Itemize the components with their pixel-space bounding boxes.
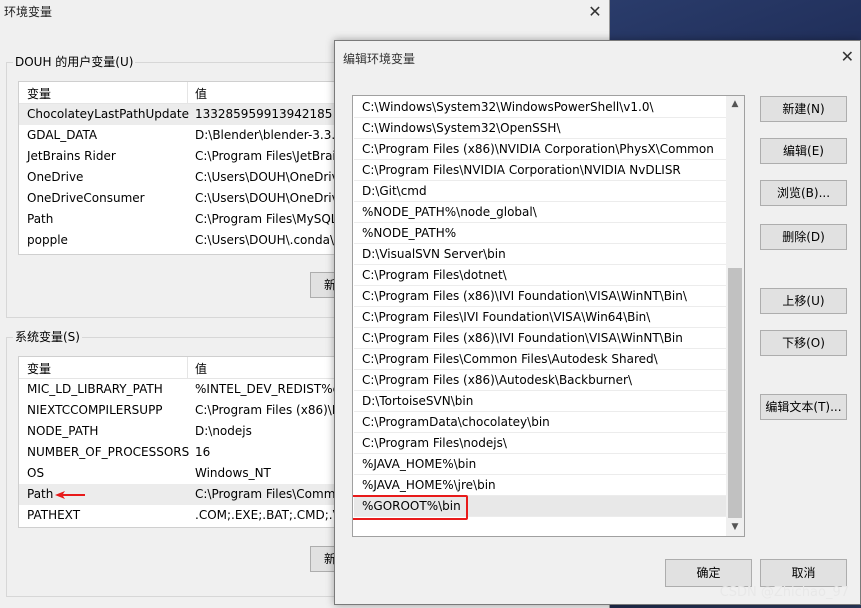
table-row[interactable]: NIEXTCCOMPILERSUPP C:\Program Files (x86)… xyxy=(19,400,337,421)
var-name: PATHEXT xyxy=(27,508,81,522)
table-row[interactable]: NUMBER_OF_PROCESSORS 16 xyxy=(19,442,337,463)
delete-button[interactable]: 删除(D) xyxy=(760,224,847,250)
path-item[interactable]: C:\Program Files\IVI Foundation\VISA\Win… xyxy=(354,307,726,328)
dialog-title: 编辑环境变量 xyxy=(343,52,416,66)
path-item[interactable]: C:\Program Files\dotnet\ xyxy=(354,265,726,286)
table-row[interactable]: MIC_LD_LIBRARY_PATH %INTEL_DEV_REDIST%co xyxy=(19,379,337,400)
table-row[interactable]: popple C:\Users\DOUH\.conda\ xyxy=(19,230,337,251)
var-value: 16 xyxy=(195,445,211,459)
path-item[interactable]: %NODE_PATH%\node_global\ xyxy=(354,202,726,223)
var-value: C:\Users\DOUH\OneDriv xyxy=(195,170,338,184)
red-highlight-box xyxy=(353,495,468,520)
new-button[interactable]: 新建(N) xyxy=(760,96,847,122)
var-value: C:\Program Files\Comm xyxy=(195,487,336,501)
ok-button[interactable]: 确定 xyxy=(665,559,752,587)
scroll-down-icon[interactable]: ▼ xyxy=(726,519,744,536)
var-name: JetBrains Rider xyxy=(27,149,116,163)
user-vars-list[interactable]: 变量 值 ChocolateyLastPathUpdate 13328595991… xyxy=(18,81,338,255)
path-item[interactable]: %JAVA_HOME%\jre\bin xyxy=(354,475,726,496)
list-header: 变量 值 xyxy=(19,357,337,379)
var-value: C:\Users\DOUH\OneDriv xyxy=(195,191,338,205)
edit-button[interactable]: 编辑(E) xyxy=(760,138,847,164)
path-item[interactable]: D:\TortoiseSVN\bin xyxy=(354,391,726,412)
table-row[interactable]: OneDriveConsumer C:\Users\DOUH\OneDriv xyxy=(19,188,337,209)
path-item[interactable]: %NODE_PATH% xyxy=(354,223,726,244)
var-value: Windows_NT xyxy=(195,466,271,480)
system-vars-label: 系统变量(S) xyxy=(13,328,82,345)
edit-text-button[interactable]: 编辑文本(T)... xyxy=(760,394,847,420)
path-item[interactable]: C:\Windows\System32\WindowsPowerShell\v1… xyxy=(354,97,726,118)
scroll-up-icon[interactable]: ▲ xyxy=(726,96,744,113)
cancel-button[interactable]: 取消 xyxy=(760,559,847,587)
window-title: 环境变量 xyxy=(4,5,53,19)
path-item[interactable]: C:\Program Files (x86)\IVI Foundation\VI… xyxy=(354,286,726,307)
table-row[interactable]: JetBrains Rider C:\Program Files\JetBrai xyxy=(19,146,337,167)
table-row[interactable]: ChocolateyLastPathUpdate 1332859599139421… xyxy=(19,104,337,125)
var-name: NIEXTCCOMPILERSUPP xyxy=(27,403,163,417)
var-name: GDAL_DATA xyxy=(27,128,98,142)
path-list[interactable]: C:\Windows\System32\WindowsPowerShell\v1… xyxy=(352,95,745,537)
table-row[interactable]: OS Windows_NT xyxy=(19,463,337,484)
close-icon[interactable]: ✕ xyxy=(841,47,854,66)
col-header-variable[interactable]: 变量 xyxy=(27,85,51,102)
var-value: C:\Program Files (x86)\N xyxy=(195,403,338,417)
table-row[interactable]: GDAL_DATA D:\Blender\blender-3.3.1 xyxy=(19,125,337,146)
var-name: ChocolateyLastPathUpdate xyxy=(27,107,189,121)
scroll-thumb[interactable] xyxy=(728,268,742,518)
var-name: NUMBER_OF_PROCESSORS xyxy=(27,445,190,459)
col-header-variable[interactable]: 变量 xyxy=(27,360,51,377)
table-row[interactable]: NODE_PATH D:\nodejs xyxy=(19,421,337,442)
var-name: NODE_PATH xyxy=(27,424,99,438)
path-item[interactable]: D:\Git\cmd xyxy=(354,181,726,202)
path-item[interactable]: C:\Program Files\nodejs\ xyxy=(354,433,726,454)
var-value: D:\Blender\blender-3.3.1 xyxy=(195,128,338,142)
path-item[interactable]: C:\Program Files (x86)\IVI Foundation\VI… xyxy=(354,328,726,349)
move-up-button[interactable]: 上移(U) xyxy=(760,288,847,314)
var-value: C:\Program Files\JetBrai xyxy=(195,149,336,163)
col-header-value[interactable]: 值 xyxy=(195,85,207,102)
table-row[interactable]: Path C:\Program Files\MySQL xyxy=(19,209,337,230)
path-item[interactable]: C:\Windows\System32\OpenSSH\ xyxy=(354,118,726,139)
red-arrow-icon xyxy=(55,491,85,499)
path-item[interactable]: C:\Program Files\NVIDIA Corporation\NVID… xyxy=(354,160,726,181)
list-header: 变量 值 xyxy=(19,82,337,104)
user-vars-label: DOUH 的用户变量(U) xyxy=(13,53,136,70)
vertical-scrollbar[interactable]: ▲ ▼ xyxy=(726,96,744,536)
watermark-text: CSDN @Zhichao_97 xyxy=(719,585,849,600)
path-item[interactable]: %JAVA_HOME%\bin xyxy=(354,454,726,475)
var-name: Path xyxy=(27,212,54,226)
var-name: popple xyxy=(27,233,68,247)
table-row[interactable]: OneDrive C:\Users\DOUH\OneDriv xyxy=(19,167,337,188)
close-icon[interactable]: ✕ xyxy=(585,2,605,21)
path-item[interactable]: C:\Program Files (x86)\NVIDIA Corporatio… xyxy=(354,139,726,160)
var-name: OneDrive xyxy=(27,170,84,184)
var-name: OS xyxy=(27,466,45,480)
path-item[interactable]: D:\VisualSVN Server\bin xyxy=(354,244,726,265)
move-down-button[interactable]: 下移(O) xyxy=(760,330,847,356)
var-value: .COM;.EXE;.BAT;.CMD;.V xyxy=(195,508,338,522)
path-item[interactable]: C:\Program Files\Common Files\Autodesk S… xyxy=(354,349,726,370)
var-name: OneDriveConsumer xyxy=(27,191,145,205)
var-value: C:\Users\DOUH\.conda\ xyxy=(195,233,335,247)
col-header-value[interactable]: 值 xyxy=(195,360,207,377)
var-name: Path xyxy=(27,487,54,501)
browse-button[interactable]: 浏览(B)... xyxy=(760,180,847,206)
var-value: C:\Program Files\MySQL xyxy=(195,212,338,226)
var-value: D:\nodejs xyxy=(195,424,252,438)
var-value: 133285959913942185 xyxy=(195,107,333,121)
path-item[interactable]: C:\ProgramData\chocolatey\bin xyxy=(354,412,726,433)
table-row[interactable]: PATHEXT .COM;.EXE;.BAT;.CMD;.V xyxy=(19,505,337,526)
system-vars-list[interactable]: 变量 值 MIC_LD_LIBRARY_PATH %INTEL_DEV_REDIS… xyxy=(18,356,338,528)
path-item[interactable]: C:\Program Files (x86)\Autodesk\Backburn… xyxy=(354,370,726,391)
var-name: MIC_LD_LIBRARY_PATH xyxy=(27,382,163,396)
var-value: %INTEL_DEV_REDIST%co xyxy=(195,382,338,396)
edit-env-var-dialog: 编辑环境变量 ✕ C:\Windows\System32\WindowsPowe… xyxy=(334,40,861,605)
